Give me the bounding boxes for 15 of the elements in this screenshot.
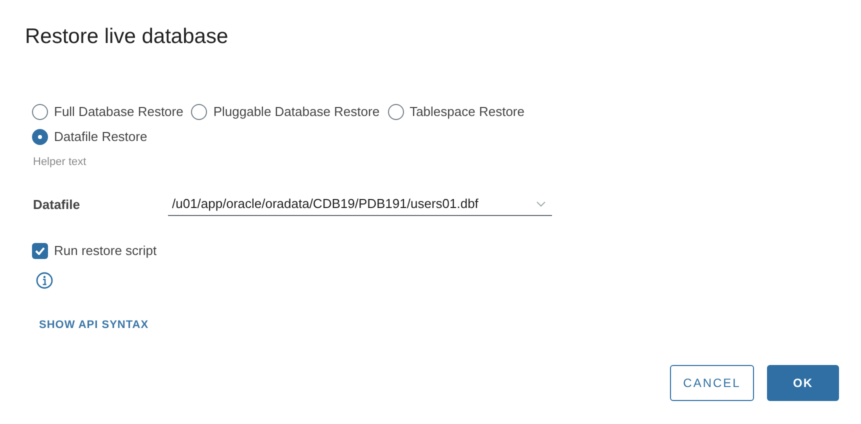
chevron-down-icon: [536, 200, 546, 206]
radio-option[interactable]: Datafile Restore: [32, 127, 148, 147]
ok-button[interactable]: OK: [767, 365, 839, 401]
radio-option[interactable]: Full Database Restore: [32, 102, 184, 122]
cancel-button[interactable]: CANCEL: [670, 365, 754, 401]
run-script-checkbox[interactable]: Run restore script: [32, 241, 157, 260]
radio-option[interactable]: Pluggable Database Restore: [191, 102, 380, 122]
show-api-syntax-link[interactable]: SHOW API SYNTAX: [39, 317, 149, 334]
field-label: Datafile: [33, 196, 80, 214]
dialog-title: Restore live database: [25, 24, 228, 50]
radio-option[interactable]: Tablespace Restore: [388, 102, 524, 122]
checkmark-icon: [35, 246, 45, 255]
helper-text: Helper text: [33, 155, 86, 170]
datafile-select[interactable]: /u01/app/oracle/oradata/CDB19/PDB191/users01.dbf: [168, 192, 552, 216]
info-icon[interactable]: [36, 272, 53, 289]
